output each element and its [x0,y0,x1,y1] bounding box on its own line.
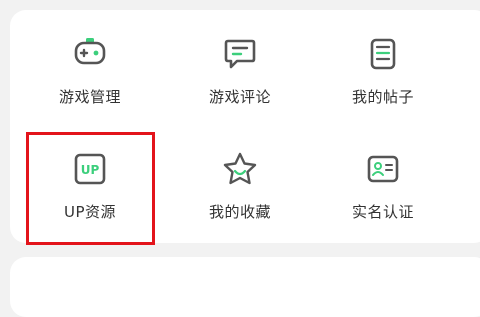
menu-item-label: 我的帖子 [351,88,414,106]
menu-item-my-posts[interactable]: 我的帖子 [323,10,443,120]
id-card-icon [367,155,399,183]
menu-item-my-favorites[interactable]: 我的收藏 [180,125,300,235]
star-icon [223,152,257,185]
menu-item-label: 游戏评论 [208,88,271,106]
menu-item-game-comments[interactable]: 游戏评论 [180,10,300,120]
gamepad-icon [74,38,106,65]
menu-item-label: 我的收藏 [208,203,271,221]
menu-item-label: 实名认证 [351,203,414,221]
comment-icon [224,39,256,69]
document-icon [370,38,396,70]
secondary-card [10,257,480,317]
menu-item-game-management[interactable]: 游戏管理 [30,10,150,120]
menu-item-real-name-verification[interactable]: 实名认证 [323,125,443,235]
selection-highlight-box [26,132,155,245]
menu-item-label: 游戏管理 [58,88,121,106]
